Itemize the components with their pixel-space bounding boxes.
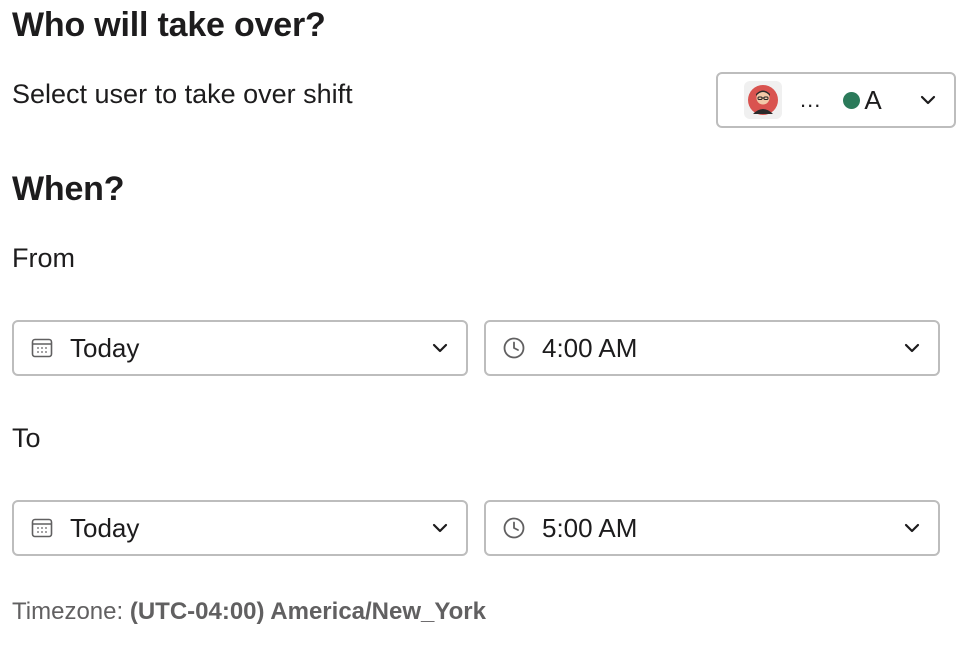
presence-indicator <box>843 91 861 109</box>
chevron-down-icon <box>918 90 938 110</box>
chevron-down-icon <box>902 338 922 358</box>
shift-takeover-form: Who will take over? Select user to take … <box>0 0 968 652</box>
calendar-icon <box>28 334 56 362</box>
timezone-note: Timezone: (UTC-04:00) America/New_York <box>12 598 486 626</box>
to-label: To <box>12 423 41 453</box>
to-time-select[interactable]: 5:00 AM <box>484 500 940 556</box>
chevron-down-icon <box>430 338 450 358</box>
clock-icon <box>500 334 528 362</box>
chevron-down-icon <box>430 518 450 538</box>
from-label: From <box>12 243 75 273</box>
to-time-value: 5:00 AM <box>542 512 638 543</box>
chevron-down-icon <box>902 518 922 538</box>
user-avatar <box>744 81 782 119</box>
calendar-icon <box>28 514 56 542</box>
user-avatar-icon <box>748 85 778 115</box>
user-select[interactable]: ... A <box>716 72 956 128</box>
to-date-select[interactable]: Today <box>12 500 468 556</box>
takeover-heading: Who will take over? <box>12 6 326 44</box>
from-date-select[interactable]: Today <box>12 320 468 376</box>
when-heading: When? <box>12 170 125 208</box>
from-time-select[interactable]: 4:00 AM <box>484 320 940 376</box>
timezone-label: Timezone: <box>12 598 124 625</box>
user-select-ellipsis: ... <box>800 87 822 112</box>
timezone-value: (UTC-04:00) America/New_York <box>129 598 486 625</box>
clock-icon <box>500 514 528 542</box>
from-time-value: 4:00 AM <box>542 332 638 363</box>
select-user-label: Select user to take over shift <box>12 79 353 109</box>
to-date-value: Today <box>70 512 140 543</box>
from-date-value: Today <box>70 332 140 363</box>
user-select-name: A <box>864 84 882 115</box>
